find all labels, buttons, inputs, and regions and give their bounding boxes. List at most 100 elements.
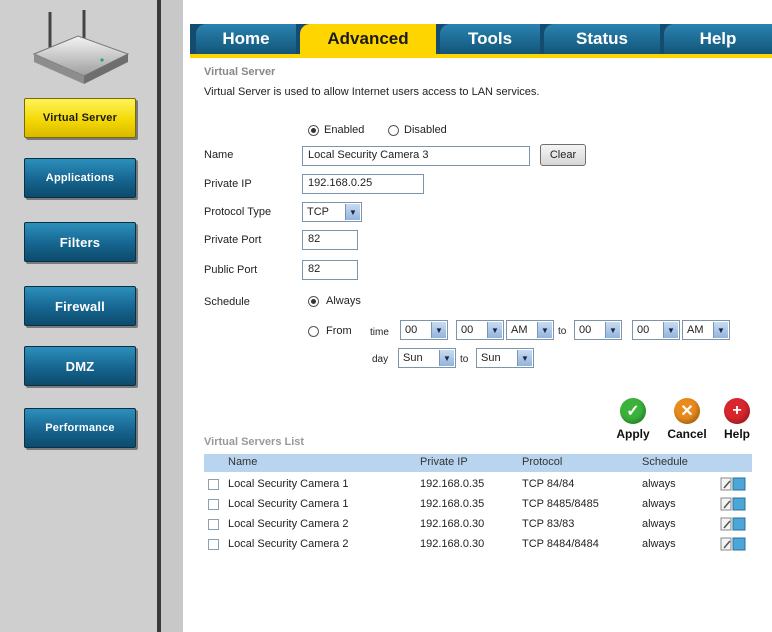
main-content: Virtual Server Virtual Server is used to… — [190, 58, 772, 632]
chevron-down-icon: ▼ — [431, 322, 446, 338]
tab-label: Status — [576, 29, 628, 48]
sidebar-item-virtual-server[interactable]: Virtual Server — [24, 98, 136, 138]
chevron-down-icon: ▼ — [345, 204, 360, 220]
row-protocol: TCP 8485/8485 — [522, 498, 599, 510]
to-ampm-value: AM — [687, 324, 704, 336]
to-ampm-select[interactable]: AM ▼ — [682, 320, 730, 340]
row-protocol: TCP 8484/8484 — [522, 538, 599, 550]
chevron-down-icon: ▼ — [537, 322, 552, 338]
private-ip-input[interactable]: 192.168.0.25 — [302, 174, 424, 194]
time-label: time — [370, 327, 389, 338]
apply-button[interactable]: ✓ Apply — [610, 398, 656, 441]
cancel-button[interactable]: ✕ Cancel — [664, 398, 710, 441]
sidebar-item-label: Applications — [45, 172, 115, 184]
table-row[interactable]: Local Security Camera 2 192.168.0.30 TCP… — [204, 536, 752, 554]
tab-label: Help — [699, 29, 737, 48]
name-input[interactable]: Local Security Camera 3 — [302, 146, 530, 166]
enabled-radio[interactable] — [308, 125, 319, 136]
row-private-ip: 192.168.0.35 — [420, 478, 485, 490]
sidebar-gutter — [161, 0, 183, 632]
from-hour-value: 00 — [405, 324, 418, 336]
chevron-down-icon: ▼ — [713, 322, 728, 338]
chevron-down-icon: ▼ — [663, 322, 678, 338]
private-port-label: Private Port — [204, 234, 262, 246]
to-hour-value: 00 — [579, 324, 592, 336]
from-hour-select[interactable]: 00 ▼ — [400, 320, 448, 340]
always-label: Always — [326, 295, 361, 307]
row-protocol: TCP 84/84 — [522, 478, 575, 490]
schedule-label: Schedule — [204, 296, 250, 308]
private-port-input[interactable]: 82 — [302, 230, 358, 250]
sidebar-item-label: DMZ — [65, 358, 95, 374]
disabled-label: Disabled — [404, 124, 447, 136]
edit-icon[interactable] — [720, 476, 746, 491]
section-description: Virtual Server is used to allow Internet… — [204, 86, 540, 98]
edit-icon[interactable] — [720, 516, 746, 531]
sidebar-item-performance[interactable]: Performance — [24, 408, 136, 448]
clear-button[interactable]: Clear — [540, 144, 586, 166]
sidebar: Virtual Server Applications Filters Fire… — [0, 0, 160, 632]
enabled-label: Enabled — [324, 124, 365, 136]
from-ampm-select[interactable]: AM ▼ — [506, 320, 554, 340]
chevron-down-icon: ▼ — [517, 350, 532, 366]
private-ip-label: Private IP — [204, 178, 252, 190]
to-hour-select[interactable]: 00 ▼ — [574, 320, 622, 340]
help-label: Help — [723, 427, 750, 441]
table-row[interactable]: Local Security Camera 1 192.168.0.35 TCP… — [204, 476, 752, 494]
tab-help[interactable]: Help — [664, 24, 772, 54]
tab-tools[interactable]: Tools — [440, 24, 540, 54]
row-checkbox[interactable] — [208, 479, 219, 490]
edit-icon[interactable] — [720, 536, 746, 551]
tab-status[interactable]: Status — [544, 24, 660, 54]
sidebar-item-label: Performance — [45, 422, 115, 434]
row-checkbox[interactable] — [208, 539, 219, 550]
header-name: Name — [228, 456, 258, 468]
from-radio[interactable] — [308, 326, 319, 337]
sidebar-item-label: Firewall — [54, 298, 105, 314]
row-checkbox[interactable] — [208, 499, 219, 510]
disabled-radio[interactable] — [388, 125, 399, 136]
to-minute-value: 00 — [637, 324, 650, 336]
header-private-ip: Private IP — [420, 456, 468, 468]
protocol-value: TCP — [307, 206, 329, 218]
header-protocol: Protocol — [522, 456, 563, 468]
day-to-value: Sun — [481, 352, 501, 364]
row-private-ip: 192.168.0.30 — [420, 538, 485, 550]
protocol-type-label: Protocol Type — [204, 206, 272, 218]
clear-button-label: Clear — [549, 149, 577, 161]
public-port-input[interactable]: 82 — [302, 260, 358, 280]
row-name: Local Security Camera 1 — [228, 498, 349, 510]
to-minute-select[interactable]: 00 ▼ — [632, 320, 680, 340]
sidebar-item-label: Filters — [59, 234, 101, 250]
sidebar-item-filters[interactable]: Filters — [24, 222, 136, 262]
tab-label: Advanced — [327, 29, 409, 48]
apply-label: Apply — [616, 427, 650, 441]
row-private-ip: 192.168.0.30 — [420, 518, 485, 530]
day-from-select[interactable]: Sun ▼ — [398, 348, 456, 368]
table-row[interactable]: Local Security Camera 1 192.168.0.35 TCP… — [204, 496, 752, 514]
public-port-label: Public Port — [204, 264, 258, 276]
from-minute-select[interactable]: 00 ▼ — [456, 320, 504, 340]
tab-label: Home — [222, 29, 270, 48]
from-ampm-value: AM — [511, 324, 528, 336]
help-button[interactable]: + Help — [714, 398, 760, 441]
router-icon — [32, 10, 130, 84]
sidebar-item-applications[interactable]: Applications — [24, 158, 136, 198]
day-from-value: Sun — [403, 352, 423, 364]
sidebar-item-dmz[interactable]: DMZ — [24, 346, 136, 386]
edit-icon[interactable] — [720, 496, 746, 511]
tab-advanced[interactable]: Advanced — [300, 24, 436, 54]
day-to-select[interactable]: Sun ▼ — [476, 348, 534, 368]
row-protocol: TCP 83/83 — [522, 518, 575, 530]
row-checkbox[interactable] — [208, 519, 219, 530]
list-header: Name Private IP Protocol Schedule — [204, 454, 752, 472]
checkmark-icon: ✓ — [620, 398, 646, 424]
table-row[interactable]: Local Security Camera 2 192.168.0.30 TCP… — [204, 516, 752, 534]
header-schedule: Schedule — [642, 456, 688, 468]
chevron-down-icon: ▼ — [605, 322, 620, 338]
cancel-x-icon: ✕ — [674, 398, 700, 424]
sidebar-item-firewall[interactable]: Firewall — [24, 286, 136, 326]
protocol-select[interactable]: TCP ▼ — [302, 202, 362, 222]
tab-home[interactable]: Home — [196, 24, 296, 54]
always-radio[interactable] — [308, 296, 319, 307]
